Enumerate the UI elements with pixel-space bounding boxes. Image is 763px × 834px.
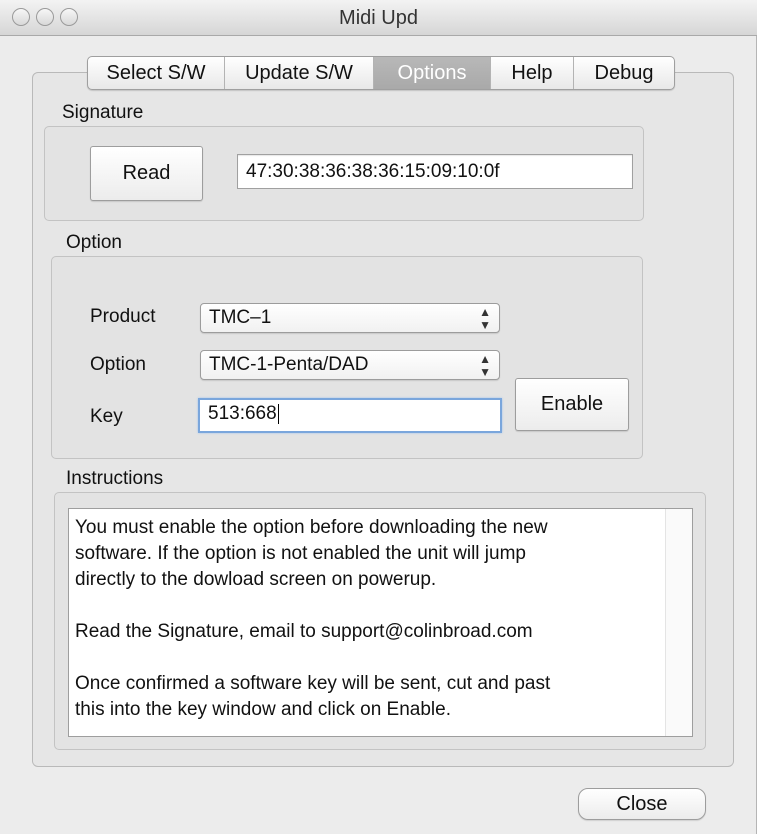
tab-options[interactable]: Options xyxy=(374,57,491,89)
option-section-label: Option xyxy=(66,232,122,253)
product-label: Product xyxy=(90,306,156,327)
product-select-value: TMC–1 xyxy=(209,307,272,328)
tab-debug[interactable]: Debug xyxy=(574,57,674,89)
text-caret xyxy=(277,403,279,424)
instructions-text-area[interactable]: You must enable the option before downlo… xyxy=(68,508,693,737)
app-window: Midi Upd Select S/W Update S/W Options H… xyxy=(0,0,757,834)
tab-update-sw[interactable]: Update S/W xyxy=(225,57,374,89)
title-bar: Midi Upd xyxy=(0,0,757,36)
instruction-paragraph: Once confirmed a software key will be se… xyxy=(75,673,551,720)
product-select[interactable]: TMC–1 ▲ ▼ xyxy=(200,303,500,333)
tab-help[interactable]: Help xyxy=(491,57,574,89)
option-label: Option xyxy=(90,354,146,375)
window-title: Midi Upd xyxy=(339,7,418,29)
key-field-value: 513:668 xyxy=(208,403,277,424)
tab-bar: Select S/W Update S/W Options Help Debug xyxy=(87,56,675,90)
close-button[interactable]: Close xyxy=(578,788,706,820)
signature-field[interactable]: 47:30:38:36:38:36:15:09:10:0f xyxy=(237,154,633,189)
key-label: Key xyxy=(90,406,123,427)
instruction-paragraph: Read the Signature, email to support@col… xyxy=(75,621,533,642)
signature-section-label: Signature xyxy=(62,102,144,123)
instruction-paragraph: You must enable the option before downlo… xyxy=(75,517,548,590)
read-button[interactable]: Read xyxy=(90,146,203,201)
instructions-scrollbar[interactable] xyxy=(665,509,692,736)
up-down-chevron-icon: ▲ ▼ xyxy=(479,305,491,332)
up-down-chevron-icon: ▲ ▼ xyxy=(479,352,491,379)
key-field[interactable]: 513:668 xyxy=(198,398,502,433)
enable-button[interactable]: Enable xyxy=(515,378,629,431)
tab-select-sw[interactable]: Select S/W xyxy=(88,57,225,89)
option-select-value: TMC-1-Penta/DAD xyxy=(209,354,369,375)
instructions-section-label: Instructions xyxy=(66,468,164,489)
instructions-content: You must enable the option before downlo… xyxy=(75,515,662,723)
option-select[interactable]: TMC-1-Penta/DAD ▲ ▼ xyxy=(200,350,500,380)
